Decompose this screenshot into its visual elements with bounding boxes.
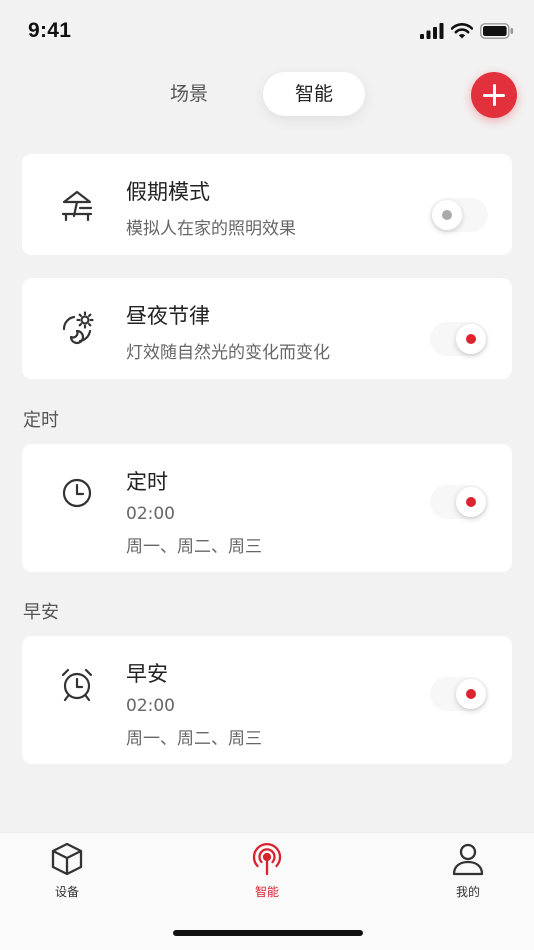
automation-card-circadian[interactable]: 昼夜节律 灯效随自然光的变化而变化 bbox=[22, 278, 512, 379]
day-night-cycle-icon bbox=[62, 311, 94, 345]
add-button[interactable] bbox=[471, 72, 517, 118]
tabbar-item-devices[interactable]: 设备 bbox=[27, 841, 107, 900]
morning-time: 02:00 bbox=[126, 696, 175, 716]
automation-title: 假期模式 bbox=[126, 180, 210, 204]
automation-card-vacation[interactable]: 假期模式 模拟人在家的照明效果 bbox=[22, 154, 512, 255]
automation-subtitle: 模拟人在家的照明效果 bbox=[126, 219, 296, 239]
signal-icon bbox=[420, 23, 444, 39]
vacation-toggle[interactable] bbox=[430, 198, 488, 232]
morning-title: 早安 bbox=[126, 662, 168, 686]
home-indicator[interactable] bbox=[173, 930, 363, 936]
timer-time: 02:00 bbox=[126, 504, 175, 524]
battery-icon bbox=[480, 23, 514, 39]
alarm-clock-icon bbox=[61, 668, 93, 702]
morning-card[interactable]: 早安 02:00 周一、周二、周三 bbox=[22, 636, 512, 764]
timer-days: 周一、周二、周三 bbox=[126, 537, 262, 557]
tab-smart[interactable]: 智能 bbox=[263, 72, 365, 116]
status-bar: 9:41 bbox=[0, 0, 534, 64]
tab-scene[interactable]: 场景 bbox=[146, 72, 232, 116]
beach-umbrella-icon bbox=[61, 190, 93, 222]
wifi-icon bbox=[451, 23, 473, 39]
tab-label: 智能 bbox=[254, 885, 279, 899]
broadcast-icon bbox=[252, 843, 282, 876]
timer-card[interactable]: 定时 02:00 周一、周二、周三 bbox=[22, 444, 512, 572]
tabbar-item-profile[interactable]: 我的 bbox=[428, 841, 508, 900]
morning-days: 周一、周二、周三 bbox=[126, 729, 262, 749]
automation-title: 昼夜节律 bbox=[126, 304, 210, 328]
automation-subtitle: 灯效随自然光的变化而变化 bbox=[126, 343, 330, 363]
toggle-knob bbox=[456, 324, 486, 354]
clock-icon bbox=[62, 478, 92, 508]
morning-toggle[interactable] bbox=[430, 677, 488, 711]
tabbar-item-smart[interactable]: 智能 bbox=[227, 841, 307, 900]
toggle-knob bbox=[456, 487, 486, 517]
timer-title: 定时 bbox=[126, 470, 168, 494]
tab-label: 设备 bbox=[54, 885, 79, 899]
cube-icon bbox=[51, 842, 83, 876]
tab-label: 我的 bbox=[455, 885, 480, 899]
person-icon bbox=[452, 843, 484, 876]
section-label-morning: 早安 bbox=[23, 602, 59, 623]
toggle-knob bbox=[456, 679, 486, 709]
section-label-timer: 定时 bbox=[23, 410, 59, 431]
circadian-toggle[interactable] bbox=[430, 322, 488, 356]
status-icons bbox=[420, 23, 514, 39]
status-time: 9:41 bbox=[28, 19, 72, 42]
toggle-knob bbox=[432, 200, 462, 230]
timer-toggle[interactable] bbox=[430, 485, 488, 519]
